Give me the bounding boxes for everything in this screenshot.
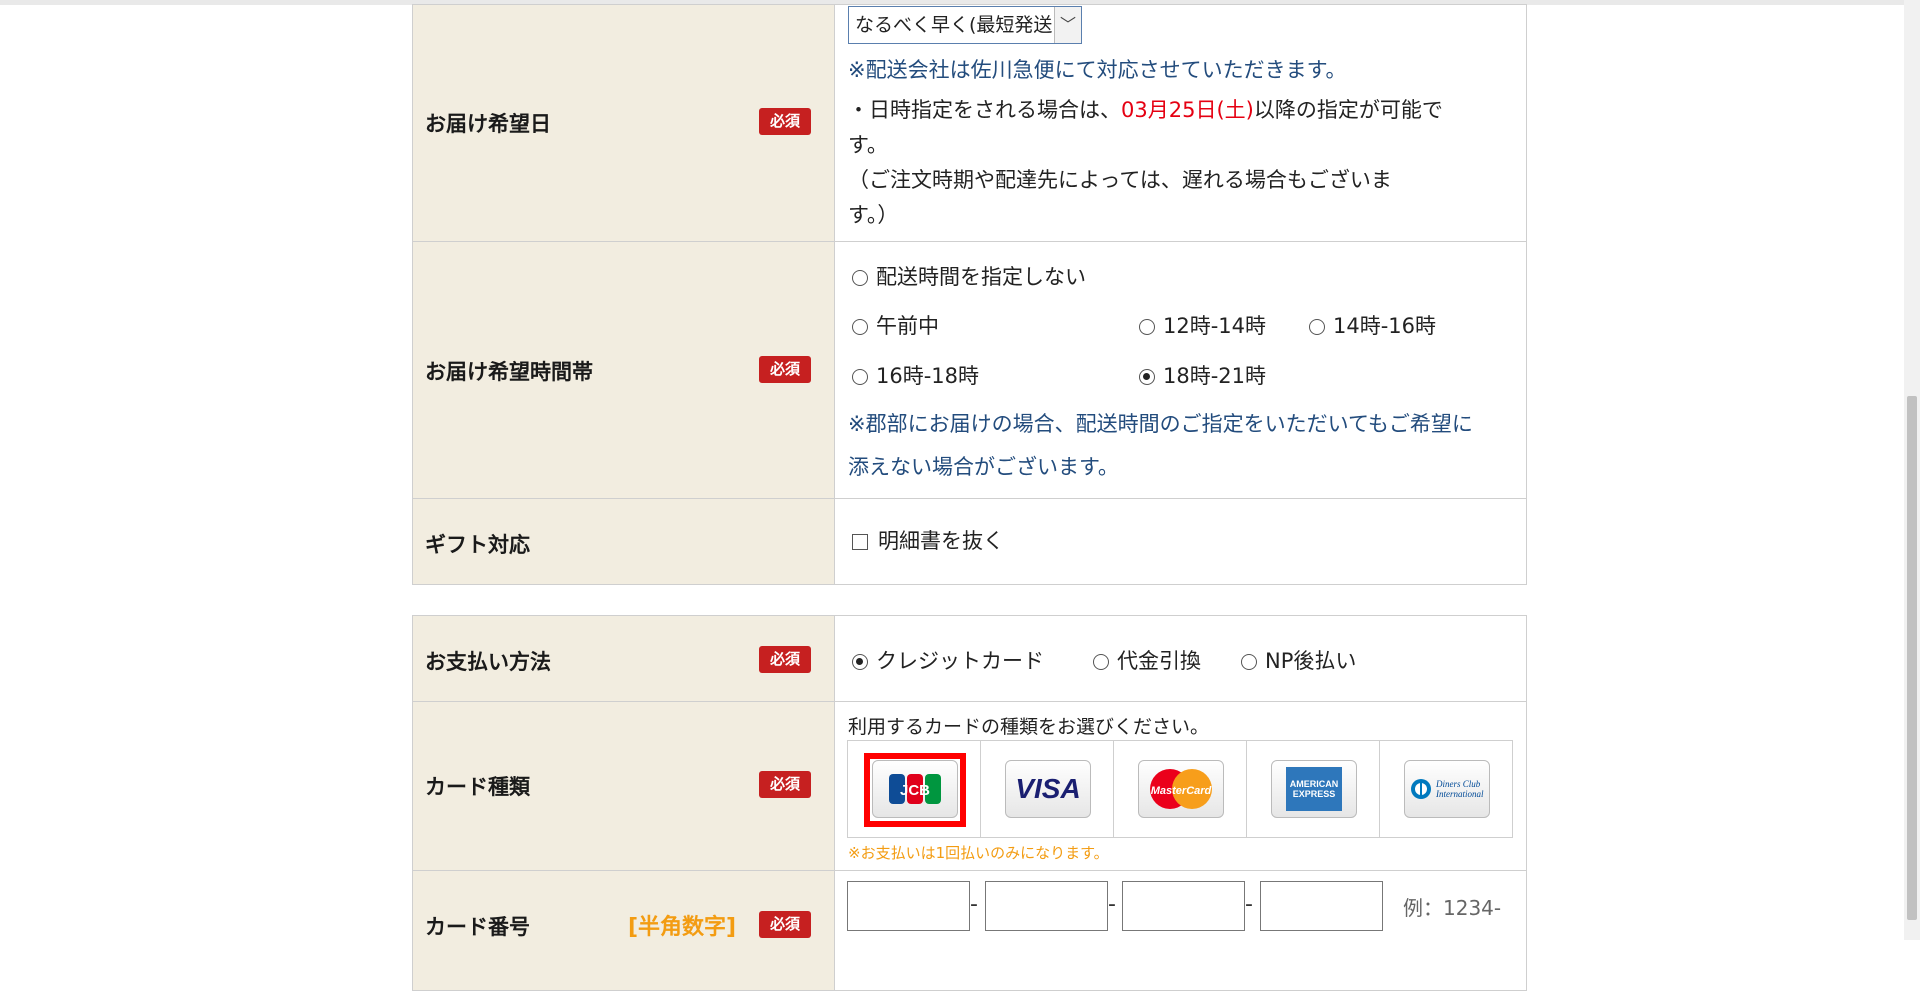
diners-logo: Diners Club International bbox=[1404, 760, 1490, 818]
radio-icon[interactable] bbox=[852, 270, 868, 286]
delivery-date-label: お届け希望日 bbox=[425, 112, 551, 136]
carrier-note: ※配送会社は佐川急便にて対応させていただきます。 bbox=[848, 58, 1347, 82]
delay-note-1: （ご注文時期や配達先によっては、遅れる場合もございま bbox=[848, 168, 1392, 192]
vertical-scrollbar[interactable] bbox=[1904, 0, 1920, 940]
card-option-amex[interactable]: AMERICAN EXPRESS bbox=[1247, 741, 1380, 837]
time-option-14-16[interactable]: 14時-16時 bbox=[1309, 310, 1436, 340]
delivery-time-header: お届け希望時間帯 必須 bbox=[412, 241, 835, 499]
card-number-input-4[interactable] bbox=[1260, 881, 1383, 931]
selected-card-frame bbox=[864, 753, 966, 827]
amex-logo: AMERICAN EXPRESS bbox=[1271, 760, 1357, 818]
time-note-1: ※郡部にお届けの場合、配送時間のご指定をいただいてもご希望に bbox=[848, 412, 1473, 436]
radio-icon[interactable] bbox=[852, 369, 868, 385]
card-number-input-2[interactable] bbox=[985, 881, 1108, 931]
card-option-diners[interactable]: Diners Club International bbox=[1380, 741, 1512, 837]
time-option-18-21[interactable]: 18時-21時 bbox=[1139, 360, 1266, 390]
payment-option-np[interactable]: NP後払い bbox=[1241, 645, 1356, 675]
amex-text: AMERICAN EXPRESS bbox=[1286, 767, 1342, 811]
delivery-time-label: お届け希望時間帯 bbox=[425, 360, 593, 384]
card-number-example: 例：1234- bbox=[1403, 896, 1502, 920]
card-number-label: カード番号 bbox=[425, 915, 530, 939]
card-number-dash: - bbox=[1245, 892, 1253, 917]
gift-label: ギフト対応 bbox=[425, 533, 530, 557]
card-installment-note: ※お支払いは1回払いのみになります。 bbox=[848, 844, 1109, 862]
radio-icon[interactable] bbox=[1309, 319, 1325, 335]
required-badge: 必須 bbox=[759, 771, 811, 798]
checkbox-icon[interactable] bbox=[852, 534, 868, 550]
card-number-input-3[interactable] bbox=[1122, 881, 1245, 931]
payment-option-credit[interactable]: クレジットカード bbox=[852, 645, 1044, 675]
time-option-none[interactable]: 配送時間を指定しない bbox=[852, 261, 1086, 291]
payment-method-header: お支払い方法 必須 bbox=[412, 615, 835, 702]
date-note-highlight: 03月25日(土) bbox=[1121, 98, 1254, 122]
radio-icon[interactable] bbox=[1093, 654, 1109, 670]
diners-text: Diners Club International bbox=[1436, 779, 1484, 799]
required-badge: 必須 bbox=[759, 108, 811, 135]
payment-method-label: お支払い方法 bbox=[425, 650, 551, 674]
scrollbar-thumb[interactable] bbox=[1907, 396, 1917, 920]
time-option-12-14[interactable]: 12時-14時 bbox=[1139, 310, 1266, 340]
radio-icon[interactable] bbox=[1139, 319, 1155, 335]
required-badge: 必須 bbox=[759, 911, 811, 938]
mastercard-logo: MasterCard bbox=[1138, 760, 1224, 818]
delivery-date-header: お届け希望日 必須 bbox=[412, 4, 835, 242]
card-option-mastercard[interactable]: MasterCard bbox=[1114, 741, 1247, 837]
card-number-dash: - bbox=[970, 892, 978, 917]
mastercard-text: MasterCard bbox=[1151, 785, 1212, 797]
card-selector: JCB VISA MasterCard AMERICAN EXPRESS Din… bbox=[847, 740, 1513, 838]
delivery-table: お届け希望日 必須 お届け希望時間帯 必須 ギフト対応 bbox=[412, 4, 1527, 585]
radio-icon[interactable] bbox=[852, 319, 868, 335]
date-note-pre: ・日時指定をされる場合は、 bbox=[848, 98, 1121, 122]
card-number-hint: [半角数字] bbox=[628, 915, 737, 940]
required-badge: 必須 bbox=[759, 356, 811, 383]
card-option-jcb[interactable]: JCB bbox=[848, 741, 981, 837]
payment-option-cod[interactable]: 代金引換 bbox=[1093, 645, 1201, 675]
date-note-wrap: す。 bbox=[848, 133, 888, 157]
card-type-label: カード種類 bbox=[425, 775, 530, 799]
gift-option[interactable]: 明細書を抜く bbox=[852, 525, 1004, 555]
radio-icon[interactable] bbox=[1241, 654, 1257, 670]
card-number-header: カード番号 [半角数字] 必須 bbox=[412, 870, 835, 991]
chevron-down-icon[interactable]: ﹀ bbox=[1054, 7, 1081, 43]
delivery-date-select[interactable]: なるべく早く(最短発送) ﹀ bbox=[848, 6, 1082, 44]
card-type-header: カード種類 必須 bbox=[412, 701, 835, 871]
card-option-visa[interactable]: VISA bbox=[981, 741, 1114, 837]
visa-text: VISA bbox=[1015, 773, 1081, 804]
card-instruction: 利用するカードの種類をお選びください。 bbox=[848, 716, 1210, 738]
card-number-dash: - bbox=[1108, 892, 1116, 917]
card-number-input-1[interactable] bbox=[847, 881, 970, 931]
time-note-2: 添えない場合がございます。 bbox=[848, 455, 1119, 479]
radio-selected-icon[interactable] bbox=[852, 654, 868, 670]
visa-logo: VISA bbox=[1005, 760, 1091, 818]
radio-selected-icon[interactable] bbox=[1139, 369, 1155, 385]
time-option-16-18[interactable]: 16時-18時 bbox=[852, 360, 979, 390]
required-badge: 必須 bbox=[759, 646, 811, 673]
delivery-date-select-value: なるべく早く(最短発送) bbox=[855, 14, 1060, 36]
date-note-post: 以降の指定が可能で bbox=[1253, 98, 1443, 122]
time-option-morning[interactable]: 午前中 bbox=[852, 310, 939, 340]
delay-note-2: す。） bbox=[848, 203, 899, 227]
gift-header: ギフト対応 bbox=[412, 498, 835, 585]
date-note: ・日時指定をされる場合は、03月25日(土)以降の指定が可能で bbox=[848, 94, 1443, 124]
